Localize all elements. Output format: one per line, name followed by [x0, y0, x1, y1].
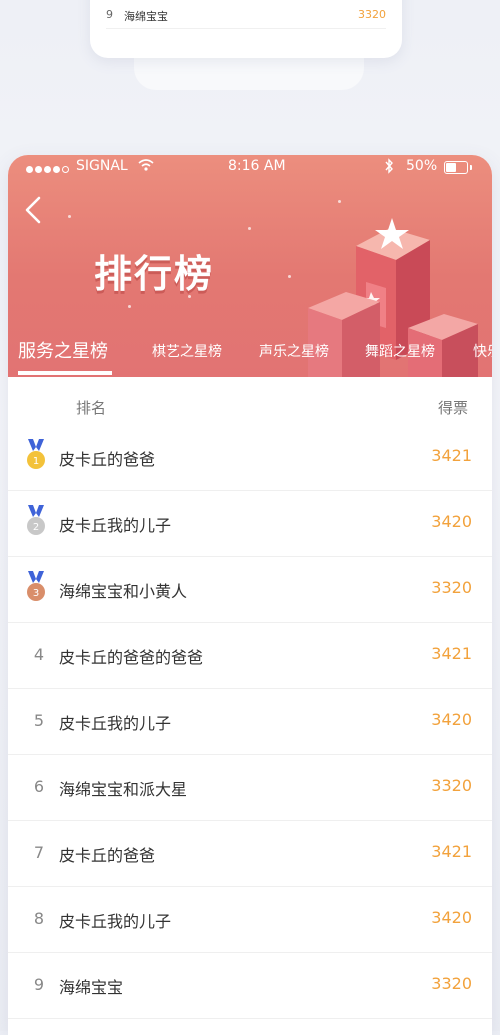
rank-number: 8	[33, 909, 45, 928]
rank-score: 3421	[431, 446, 472, 465]
svg-text:1: 1	[33, 456, 39, 467]
sparkle	[248, 227, 251, 230]
rank-number: 5	[33, 711, 45, 730]
sparkle	[338, 200, 341, 203]
back-arrow-icon	[25, 196, 41, 224]
rank-score: 3320	[431, 578, 472, 597]
rank-score: 3420	[431, 512, 472, 531]
rank-name: 皮卡丘我的儿子	[59, 912, 172, 931]
medal-bronze-icon: 3	[27, 571, 45, 601]
list-item[interactable]: 6 海绵宝宝和派大星 3320	[8, 755, 492, 821]
rank-score: 3320	[431, 974, 472, 993]
tab-bar: 服务之星榜 棋艺之星榜 声乐之星榜 舞蹈之星榜 快乐	[8, 325, 492, 377]
wifi-icon	[138, 158, 154, 176]
medal-silver-icon: 2	[27, 505, 45, 535]
column-votes: 得票	[437, 399, 468, 417]
rank-name: 皮卡丘我的儿子	[59, 714, 172, 733]
rank-name: 海绵宝宝和派大星	[59, 780, 188, 799]
battery-icon	[444, 161, 472, 174]
ranking-list: 1 皮卡丘的爸爸 3421 2 皮卡丘我的儿子 3420 3 海绵宝宝和小黄人 …	[8, 425, 492, 1019]
rank-number: 6	[33, 777, 45, 796]
rank-score: 3421	[431, 644, 472, 663]
list-item[interactable]: 7 皮卡丘的爸爸 3421	[8, 821, 492, 887]
rank-name: 皮卡丘我的儿子	[59, 516, 172, 535]
rank-number: 4	[33, 645, 45, 664]
back-button[interactable]	[22, 195, 46, 225]
header-banner: SIGNAL 8:16 AM 50% 排行榜 服务之星榜 棋艺之星榜 声乐之星榜…	[8, 155, 492, 377]
background-card-score: 3320	[358, 8, 386, 21]
rank-name: 皮卡丘的爸爸	[59, 450, 156, 469]
carrier-label: SIGNAL	[76, 158, 128, 174]
tab-service-star[interactable]: 服务之星榜	[18, 337, 108, 363]
divider	[106, 28, 386, 29]
rank-name: 皮卡丘的爸爸的爸爸	[59, 648, 204, 667]
column-rank: 排名	[76, 399, 107, 417]
status-bar: SIGNAL 8:16 AM 50%	[8, 155, 492, 181]
tab-chess-star[interactable]: 棋艺之星榜	[152, 341, 222, 361]
page-title: 排行榜	[94, 252, 215, 296]
background-card-name: 海绵宝宝	[124, 10, 168, 23]
status-time: 8:16 AM	[228, 158, 286, 174]
rank-number: 9	[33, 975, 45, 994]
background-card: 9 海绵宝宝 3320	[90, 0, 402, 58]
sparkle	[128, 305, 131, 308]
list-item[interactable]: 3 海绵宝宝和小黄人 3320	[8, 557, 492, 623]
list-item[interactable]: 8 皮卡丘我的儿子 3420	[8, 887, 492, 953]
tab-dance-star[interactable]: 舞蹈之星榜	[365, 341, 435, 361]
rank-name: 海绵宝宝	[59, 978, 124, 997]
list-item[interactable]: 9 海绵宝宝 3320	[8, 953, 492, 1019]
medal-gold-icon: 1	[27, 439, 45, 469]
list-item[interactable]: 1 皮卡丘的爸爸 3421	[8, 425, 492, 491]
background-card-rank: 9	[106, 8, 113, 21]
rank-name: 海绵宝宝和小黄人	[59, 582, 188, 601]
tab-happy[interactable]: 快乐	[473, 341, 492, 361]
rank-number: 7	[33, 843, 45, 862]
background-card-row: 9 海绵宝宝 3320	[106, 8, 386, 28]
signal-dots-icon	[26, 161, 71, 177]
tab-vocal-star[interactable]: 声乐之星榜	[259, 341, 329, 361]
active-tab-indicator	[18, 371, 112, 375]
rank-score: 3320	[431, 776, 472, 795]
list-item[interactable]: 5 皮卡丘我的儿子 3420	[8, 689, 492, 755]
rank-score: 3420	[431, 710, 472, 729]
sparkle	[68, 215, 71, 218]
battery-percent: 50%	[406, 158, 438, 174]
svg-text:3: 3	[33, 588, 39, 599]
bluetooth-icon	[384, 158, 394, 178]
sparkle	[288, 275, 291, 278]
rank-score: 3421	[431, 842, 472, 861]
svg-text:2: 2	[33, 522, 39, 533]
list-item[interactable]: 4 皮卡丘的爸爸的爸爸 3421	[8, 623, 492, 689]
rank-score: 3420	[431, 908, 472, 927]
rank-name: 皮卡丘的爸爸	[59, 846, 156, 865]
list-item[interactable]: 2 皮卡丘我的儿子 3420	[8, 491, 492, 557]
phone-screen: SIGNAL 8:16 AM 50% 排行榜 服务之星榜 棋艺之星榜 声乐之星榜…	[8, 155, 492, 1035]
